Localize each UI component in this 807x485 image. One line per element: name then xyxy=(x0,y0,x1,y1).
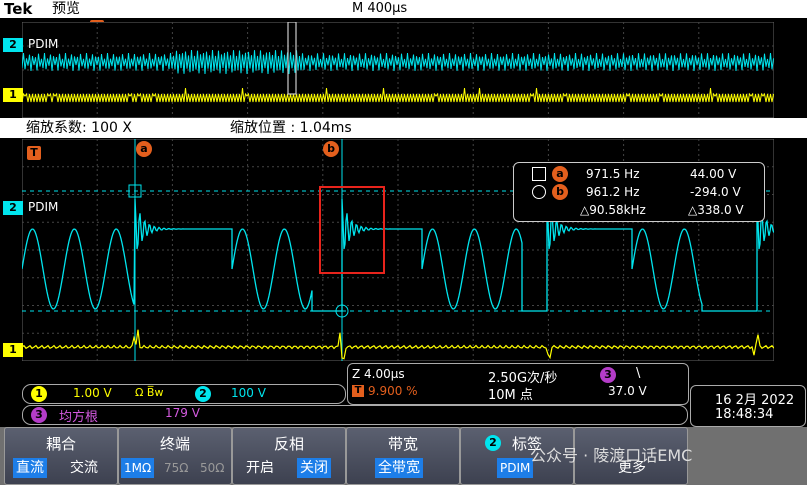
watermark-text: 公众号 · 陵渡口话EMC xyxy=(530,442,692,466)
coupling-title: 耦合 xyxy=(5,433,117,454)
trigger-position: 9.900 % xyxy=(368,384,418,398)
math-value: 179 V xyxy=(165,406,200,420)
zoom-factor: 缩放系数: 100 X xyxy=(26,118,132,138)
display-mode: 预览 xyxy=(52,0,80,18)
invert-button[interactable]: 反相 开启 关闭 xyxy=(232,427,346,485)
ch2-overview-marker[interactable]: 2 xyxy=(3,38,23,52)
ch2-badge: 2 xyxy=(195,386,211,402)
coupling-dc-option[interactable]: 直流 xyxy=(13,458,47,478)
math-badge: 3 xyxy=(31,407,47,423)
label-pdim-option[interactable]: PDIM xyxy=(497,458,533,478)
channel-status-bar[interactable]: 1 1.00 V Ω B̅w 2 100 V xyxy=(22,384,346,404)
termination-1mohm-option[interactable]: 1MΩ xyxy=(121,458,154,478)
date-readout: 16 2月 2022 xyxy=(715,389,794,408)
zoom-info-bar: 缩放系数: 100 X 缩放位置 : 1.04ms xyxy=(0,118,807,138)
trigger-pos-marker: T xyxy=(352,385,364,397)
delta-voltage: △338.0 V xyxy=(688,201,744,219)
ch1-badge: 1 xyxy=(31,386,47,402)
ch1-main-marker[interactable]: 1 xyxy=(3,343,23,357)
ch1-scale: 1.00 V xyxy=(73,386,112,400)
time-readout: 18:48:34 xyxy=(715,407,773,422)
ch2-main-marker[interactable]: 2 xyxy=(3,201,23,215)
bandwidth-button[interactable]: 带宽 全带宽 xyxy=(346,427,460,485)
cursor-a-voltage: 44.00 V xyxy=(690,165,736,183)
timebase-readout: M 400μs xyxy=(352,0,407,18)
cursor-b-voltage: -294.0 V xyxy=(690,183,741,201)
trigger-source-badge: 3 xyxy=(600,367,616,383)
termination-50ohm-option[interactable]: 50Ω xyxy=(197,458,227,478)
brand-logo: Tek xyxy=(4,0,32,18)
bandwidth-full-option[interactable]: 全带宽 xyxy=(375,458,423,478)
cursor-a-frequency: 971.5 Hz xyxy=(586,165,640,183)
invert-off-option[interactable]: 关闭 xyxy=(297,458,331,478)
delta-frequency: △90.58kHz xyxy=(580,201,646,219)
cursor-readout-box: a 971.5 Hz 44.00 V b 961.2 Hz -294.0 V △… xyxy=(513,162,765,222)
termination-75ohm-option[interactable]: 75Ω xyxy=(161,458,191,478)
termination-button[interactable]: 终端 1MΩ 75Ω 50Ω xyxy=(118,427,232,485)
cursor-a-badge: a xyxy=(552,166,568,182)
record-length: 10M 点 xyxy=(488,384,533,403)
invert-on-option[interactable]: 开启 xyxy=(243,458,277,478)
trigger-slope: \ xyxy=(636,366,640,381)
ch1-overview-marker[interactable]: 1 xyxy=(3,88,23,102)
coupling-button[interactable]: 耦合 直流 交流 xyxy=(4,427,118,485)
status-header: Tek 预览 M 400μs xyxy=(0,0,807,18)
horizontal-trigger-status[interactable]: Z 4.00μs 2.50G次/秒 3 \ T 9.900 % 10M 点 37… xyxy=(347,363,689,405)
square-cursor-icon xyxy=(532,167,546,181)
cursor-b-frequency: 961.2 Hz xyxy=(586,183,640,201)
overview-waveform-display[interactable] xyxy=(22,22,774,118)
cursor-b-marker[interactable]: b xyxy=(323,141,339,157)
date-time-box: 16 2月 2022 18:48:34 xyxy=(690,385,806,427)
bandwidth-title: 带宽 xyxy=(347,433,459,454)
math-status-bar[interactable]: 3 均方根 179 V xyxy=(22,405,688,425)
ch1-coupling: Ω B̅w xyxy=(135,386,163,399)
cursor-b-badge: b xyxy=(552,184,568,200)
zoom-position: 缩放位置 : 1.04ms xyxy=(230,118,352,138)
ch2-main-label: PDIM xyxy=(28,200,58,214)
ch2-scale: 100 V xyxy=(231,386,266,400)
ch2-overview-label: PDIM xyxy=(28,37,58,51)
trigger-level: 37.0 V xyxy=(608,384,647,398)
cursor-a-marker[interactable]: a xyxy=(136,141,152,157)
trigger-marker-main[interactable]: T xyxy=(27,146,41,160)
coupling-ac-option[interactable]: 交流 xyxy=(67,458,101,478)
invert-title: 反相 xyxy=(233,433,345,454)
zoom-scale: Z 4.00μs xyxy=(352,367,405,381)
circle-cursor-icon xyxy=(532,185,546,199)
termination-title: 终端 xyxy=(119,433,231,454)
math-function: 均方根 xyxy=(59,406,98,425)
